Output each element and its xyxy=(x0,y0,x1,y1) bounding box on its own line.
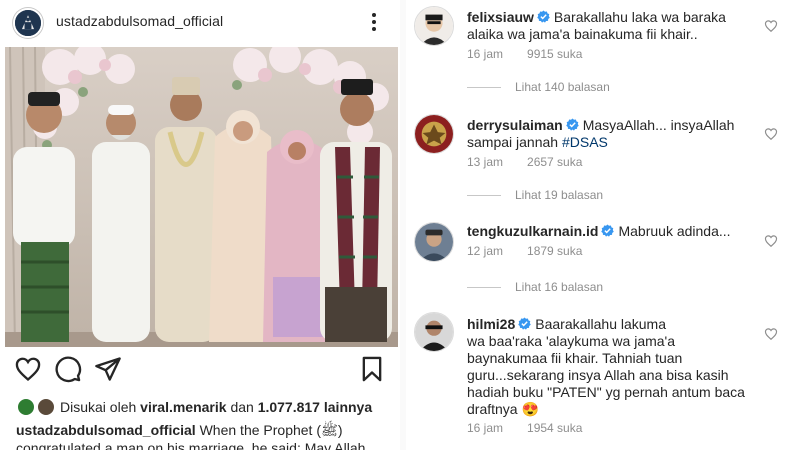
replies-line xyxy=(467,287,501,289)
liked-by-and: dan xyxy=(230,399,254,415)
liker-avatar[interactable] xyxy=(16,397,36,417)
replies-line xyxy=(467,87,501,89)
caption-username[interactable]: ustadzabdulsomad_official xyxy=(16,422,196,438)
comment-username[interactable]: derrysulaiman xyxy=(467,117,563,133)
comment-bubble-icon[interactable] xyxy=(54,355,82,383)
comment-text: Mabruuk adinda... xyxy=(618,223,731,239)
comment-likes[interactable]: 2657 suka xyxy=(527,155,582,169)
comments-panel: felixsiauw Barakallahu laka wa baraka ala… xyxy=(406,0,800,450)
post-header: ustadzabdulsomad_official xyxy=(0,0,400,46)
post-caption: ustadzabdulsomad_official When the Proph… xyxy=(16,421,396,450)
heart-outline-icon[interactable] xyxy=(14,355,42,383)
comment-time[interactable]: 13 jam xyxy=(467,155,503,169)
comment-username[interactable]: tengkuzulkarnain.id xyxy=(467,223,598,239)
commenter-avatar[interactable] xyxy=(414,6,454,46)
comment-likes[interactable]: 1879 suka xyxy=(527,244,582,258)
commenter-avatar[interactable] xyxy=(414,222,454,262)
bookmark-icon[interactable] xyxy=(358,355,386,383)
heart-outline-icon[interactable] xyxy=(764,127,778,141)
post-actions xyxy=(0,355,400,387)
likes-count[interactable]: 1.077.817 xyxy=(258,399,320,415)
comment-username[interactable]: hilmi28 xyxy=(467,316,515,332)
comment-likes[interactable]: 9915 suka xyxy=(527,47,582,61)
view-replies-label: Lihat 140 balasan xyxy=(515,80,610,94)
view-replies-label: Lihat 16 balasan xyxy=(515,280,604,294)
view-replies-label: Lihat 19 balasan xyxy=(515,188,604,202)
comment-time[interactable]: 16 jam xyxy=(467,47,503,61)
replies-line xyxy=(467,195,501,197)
post-author-avatar[interactable] xyxy=(13,8,43,38)
likes-suffix[interactable]: lainnya xyxy=(324,399,372,415)
heart-outline-icon[interactable] xyxy=(764,327,778,341)
verified-badge-icon xyxy=(518,317,532,330)
commenter-avatar[interactable] xyxy=(414,312,454,352)
view-replies-button[interactable]: Lihat 16 balasan xyxy=(467,280,603,294)
comment-text-line1: Baarakallahu lakuma xyxy=(535,316,666,332)
comment-text: wa baa'raka 'alaykuma wa jama'a baynakum… xyxy=(467,333,745,417)
liked-by-row: Disukai oleh viral.menarik dan 1.077.817… xyxy=(16,397,396,419)
verified-badge-icon xyxy=(601,224,615,237)
liker-avatar[interactable] xyxy=(36,397,56,417)
comment-time[interactable]: 12 jam xyxy=(467,244,503,258)
comment-hashtag[interactable]: #DSAS xyxy=(562,134,608,150)
paper-plane-icon[interactable] xyxy=(94,355,122,383)
liked-by-prefix: Disukai oleh xyxy=(60,399,137,415)
verified-badge-icon xyxy=(537,10,550,23)
post-author-username[interactable]: ustadzabdulsomad_official xyxy=(56,13,223,29)
heart-outline-icon[interactable] xyxy=(764,19,778,33)
view-replies-button[interactable]: Lihat 19 balasan xyxy=(467,188,603,202)
commenter-avatar[interactable] xyxy=(414,114,454,154)
post-panel: ustadzabdulsomad_official Disukai oleh v… xyxy=(0,0,400,450)
verified-badge-icon xyxy=(565,118,579,131)
heart-outline-icon[interactable] xyxy=(764,234,778,248)
more-options-icon[interactable] xyxy=(366,10,382,34)
post-photo[interactable] xyxy=(5,47,398,347)
comment-time[interactable]: 16 jam xyxy=(467,421,503,435)
liked-by-user[interactable]: viral.menarik xyxy=(140,399,226,415)
comment-likes[interactable]: 1954 suka xyxy=(527,421,582,435)
comment-username[interactable]: felixsiauw xyxy=(467,9,534,25)
view-replies-button[interactable]: Lihat 140 balasan xyxy=(467,80,610,94)
